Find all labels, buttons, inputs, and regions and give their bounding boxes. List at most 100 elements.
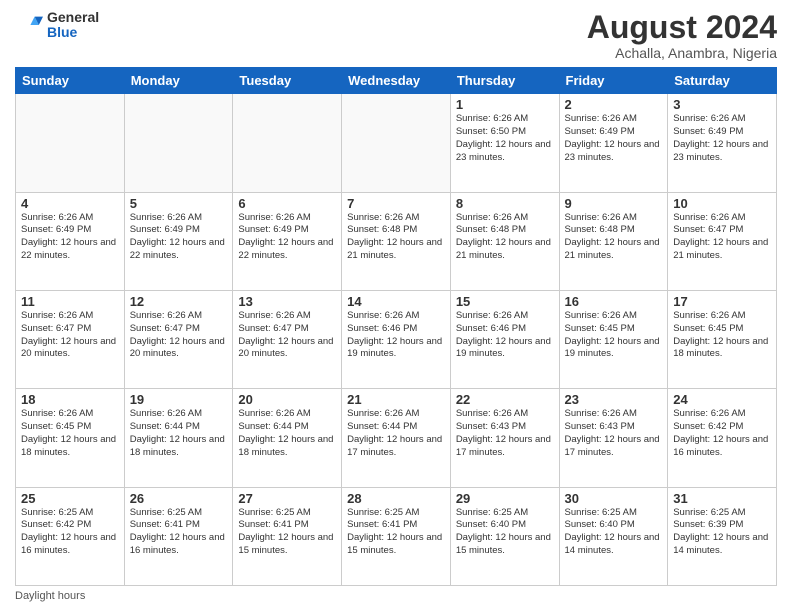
day-info: Sunrise: 6:26 AM Sunset: 6:49 PM Dayligh… — [130, 212, 228, 263]
day-number: 11 — [21, 294, 119, 309]
calendar-cell: 10Sunrise: 6:26 AM Sunset: 6:47 PM Dayli… — [668, 192, 777, 290]
day-info: Sunrise: 6:26 AM Sunset: 6:46 PM Dayligh… — [456, 310, 554, 361]
calendar-cell: 4Sunrise: 6:26 AM Sunset: 6:49 PM Daylig… — [16, 192, 125, 290]
page: General Blue August 2024 Achalla, Anambr… — [0, 0, 792, 612]
day-info: Sunrise: 6:26 AM Sunset: 6:43 PM Dayligh… — [456, 408, 554, 459]
day-number: 25 — [21, 491, 119, 506]
day-number: 15 — [456, 294, 554, 309]
day-info: Sunrise: 6:25 AM Sunset: 6:39 PM Dayligh… — [673, 507, 771, 558]
day-info: Sunrise: 6:26 AM Sunset: 6:47 PM Dayligh… — [21, 310, 119, 361]
day-number: 27 — [238, 491, 336, 506]
day-number: 29 — [456, 491, 554, 506]
day-info: Sunrise: 6:26 AM Sunset: 6:48 PM Dayligh… — [456, 212, 554, 263]
day-info: Sunrise: 6:26 AM Sunset: 6:44 PM Dayligh… — [347, 408, 445, 459]
calendar-header-thursday: Thursday — [450, 68, 559, 94]
calendar-cell: 31Sunrise: 6:25 AM Sunset: 6:39 PM Dayli… — [668, 487, 777, 585]
day-number: 10 — [673, 196, 771, 211]
day-info: Sunrise: 6:26 AM Sunset: 6:45 PM Dayligh… — [565, 310, 663, 361]
calendar-cell — [233, 94, 342, 192]
day-info: Sunrise: 6:26 AM Sunset: 6:45 PM Dayligh… — [673, 310, 771, 361]
day-number: 12 — [130, 294, 228, 309]
day-info: Sunrise: 6:26 AM Sunset: 6:42 PM Dayligh… — [673, 408, 771, 459]
day-number: 8 — [456, 196, 554, 211]
calendar-cell: 27Sunrise: 6:25 AM Sunset: 6:41 PM Dayli… — [233, 487, 342, 585]
calendar-cell: 7Sunrise: 6:26 AM Sunset: 6:48 PM Daylig… — [342, 192, 451, 290]
calendar-header-sunday: Sunday — [16, 68, 125, 94]
day-number: 6 — [238, 196, 336, 211]
calendar-cell: 1Sunrise: 6:26 AM Sunset: 6:50 PM Daylig… — [450, 94, 559, 192]
calendar-header-wednesday: Wednesday — [342, 68, 451, 94]
day-info: Sunrise: 6:26 AM Sunset: 6:47 PM Dayligh… — [238, 310, 336, 361]
day-number: 21 — [347, 392, 445, 407]
calendar-cell: 26Sunrise: 6:25 AM Sunset: 6:41 PM Dayli… — [124, 487, 233, 585]
day-number: 19 — [130, 392, 228, 407]
logo-icon — [15, 11, 43, 39]
calendar-week-0: 1Sunrise: 6:26 AM Sunset: 6:50 PM Daylig… — [16, 94, 777, 192]
calendar-cell: 25Sunrise: 6:25 AM Sunset: 6:42 PM Dayli… — [16, 487, 125, 585]
day-number: 9 — [565, 196, 663, 211]
logo-text: General Blue — [47, 10, 99, 41]
day-info: Sunrise: 6:26 AM Sunset: 6:50 PM Dayligh… — [456, 113, 554, 164]
day-number: 18 — [21, 392, 119, 407]
calendar-cell: 13Sunrise: 6:26 AM Sunset: 6:47 PM Dayli… — [233, 290, 342, 388]
main-title: August 2024 — [587, 10, 777, 45]
day-number: 5 — [130, 196, 228, 211]
day-number: 2 — [565, 97, 663, 112]
day-number: 20 — [238, 392, 336, 407]
title-block: August 2024 Achalla, Anambra, Nigeria — [587, 10, 777, 61]
calendar-cell: 23Sunrise: 6:26 AM Sunset: 6:43 PM Dayli… — [559, 389, 668, 487]
calendar-header-tuesday: Tuesday — [233, 68, 342, 94]
day-number: 30 — [565, 491, 663, 506]
calendar-cell: 18Sunrise: 6:26 AM Sunset: 6:45 PM Dayli… — [16, 389, 125, 487]
day-info: Sunrise: 6:26 AM Sunset: 6:44 PM Dayligh… — [130, 408, 228, 459]
day-info: Sunrise: 6:26 AM Sunset: 6:47 PM Dayligh… — [130, 310, 228, 361]
calendar-cell: 11Sunrise: 6:26 AM Sunset: 6:47 PM Dayli… — [16, 290, 125, 388]
day-number: 3 — [673, 97, 771, 112]
day-number: 23 — [565, 392, 663, 407]
calendar-cell: 8Sunrise: 6:26 AM Sunset: 6:48 PM Daylig… — [450, 192, 559, 290]
calendar-week-4: 25Sunrise: 6:25 AM Sunset: 6:42 PM Dayli… — [16, 487, 777, 585]
day-info: Sunrise: 6:26 AM Sunset: 6:48 PM Dayligh… — [347, 212, 445, 263]
calendar-cell: 14Sunrise: 6:26 AM Sunset: 6:46 PM Dayli… — [342, 290, 451, 388]
calendar-cell: 24Sunrise: 6:26 AM Sunset: 6:42 PM Dayli… — [668, 389, 777, 487]
calendar-cell — [342, 94, 451, 192]
calendar-cell: 21Sunrise: 6:26 AM Sunset: 6:44 PM Dayli… — [342, 389, 451, 487]
header: General Blue August 2024 Achalla, Anambr… — [15, 10, 777, 61]
day-info: Sunrise: 6:26 AM Sunset: 6:49 PM Dayligh… — [21, 212, 119, 263]
day-number: 26 — [130, 491, 228, 506]
day-info: Sunrise: 6:26 AM Sunset: 6:48 PM Dayligh… — [565, 212, 663, 263]
calendar-cell: 2Sunrise: 6:26 AM Sunset: 6:49 PM Daylig… — [559, 94, 668, 192]
calendar-cell: 12Sunrise: 6:26 AM Sunset: 6:47 PM Dayli… — [124, 290, 233, 388]
day-info: Sunrise: 6:25 AM Sunset: 6:40 PM Dayligh… — [565, 507, 663, 558]
calendar-cell: 19Sunrise: 6:26 AM Sunset: 6:44 PM Dayli… — [124, 389, 233, 487]
calendar-cell: 16Sunrise: 6:26 AM Sunset: 6:45 PM Dayli… — [559, 290, 668, 388]
calendar-cell: 20Sunrise: 6:26 AM Sunset: 6:44 PM Dayli… — [233, 389, 342, 487]
day-number: 1 — [456, 97, 554, 112]
day-number: 14 — [347, 294, 445, 309]
day-number: 4 — [21, 196, 119, 211]
day-info: Sunrise: 6:26 AM Sunset: 6:46 PM Dayligh… — [347, 310, 445, 361]
day-info: Sunrise: 6:25 AM Sunset: 6:41 PM Dayligh… — [238, 507, 336, 558]
day-number: 7 — [347, 196, 445, 211]
logo-general: General — [47, 10, 99, 25]
day-number: 31 — [673, 491, 771, 506]
day-info: Sunrise: 6:25 AM Sunset: 6:40 PM Dayligh… — [456, 507, 554, 558]
day-info: Sunrise: 6:26 AM Sunset: 6:49 PM Dayligh… — [238, 212, 336, 263]
day-info: Sunrise: 6:26 AM Sunset: 6:47 PM Dayligh… — [673, 212, 771, 263]
day-info: Sunrise: 6:26 AM Sunset: 6:45 PM Dayligh… — [21, 408, 119, 459]
day-info: Sunrise: 6:26 AM Sunset: 6:44 PM Dayligh… — [238, 408, 336, 459]
calendar-header-saturday: Saturday — [668, 68, 777, 94]
calendar-cell: 15Sunrise: 6:26 AM Sunset: 6:46 PM Dayli… — [450, 290, 559, 388]
calendar-header-friday: Friday — [559, 68, 668, 94]
calendar-week-2: 11Sunrise: 6:26 AM Sunset: 6:47 PM Dayli… — [16, 290, 777, 388]
day-info: Sunrise: 6:25 AM Sunset: 6:41 PM Dayligh… — [130, 507, 228, 558]
day-info: Sunrise: 6:26 AM Sunset: 6:49 PM Dayligh… — [565, 113, 663, 164]
calendar-cell: 30Sunrise: 6:25 AM Sunset: 6:40 PM Dayli… — [559, 487, 668, 585]
logo-blue: Blue — [47, 25, 99, 40]
day-info: Sunrise: 6:25 AM Sunset: 6:42 PM Dayligh… — [21, 507, 119, 558]
calendar-week-1: 4Sunrise: 6:26 AM Sunset: 6:49 PM Daylig… — [16, 192, 777, 290]
day-info: Sunrise: 6:26 AM Sunset: 6:49 PM Dayligh… — [673, 113, 771, 164]
calendar-header-monday: Monday — [124, 68, 233, 94]
day-number: 13 — [238, 294, 336, 309]
calendar-cell — [124, 94, 233, 192]
